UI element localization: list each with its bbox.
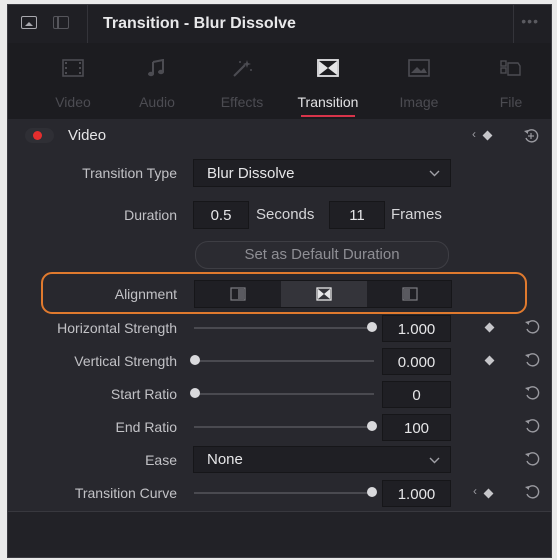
- file-tab-icon: [500, 60, 521, 76]
- previous-keyframe-icon[interactable]: ‹: [473, 484, 477, 498]
- video-tab-icon: [62, 59, 84, 77]
- inspector-tabs: Video Audio Effects Transition Image Fil…: [8, 43, 551, 119]
- empty-footer-area: [8, 512, 551, 557]
- vertical-strength-input[interactable]: 0.000: [382, 348, 451, 375]
- tab-label: Video: [55, 94, 91, 110]
- tab-label: Audio: [139, 94, 175, 110]
- tab-label: Effects: [220, 94, 264, 110]
- keyframe-icon[interactable]: [484, 355, 495, 366]
- reset-icon[interactable]: [524, 352, 540, 368]
- video-section-header: Video ‹: [8, 123, 551, 149]
- divider: [87, 5, 88, 43]
- reset-icon[interactable]: [524, 319, 540, 335]
- transition-type-label: Transition Type: [82, 165, 177, 181]
- tab-label: Transition: [297, 94, 359, 110]
- start-ratio-slider[interactable]: [194, 393, 374, 395]
- end-ratio-input[interactable]: 100: [382, 414, 451, 441]
- effects-tab-icon: [233, 60, 252, 77]
- align-start-icon: [230, 287, 246, 301]
- horizontal-strength-input[interactable]: 1.000: [382, 315, 451, 342]
- more-options-icon[interactable]: •••: [521, 13, 539, 29]
- tab-label: File: [499, 94, 523, 110]
- keyframe-icon[interactable]: [482, 130, 493, 141]
- keyframe-icon[interactable]: [483, 488, 494, 499]
- start-ratio-label: Start Ratio: [110, 386, 177, 402]
- tab-transition[interactable]: Transition: [289, 43, 367, 119]
- inspector-panel: Transition - Blur Dissolve ••• Video Aud…: [7, 4, 552, 558]
- chevron-down-icon: [429, 170, 440, 177]
- duration-label: Duration: [124, 207, 177, 223]
- tab-effects[interactable]: Effects: [203, 43, 281, 119]
- divider: [513, 5, 514, 43]
- tab-video[interactable]: Video: [34, 43, 112, 119]
- alignment-label: Alignment: [114, 286, 177, 302]
- horizontal-strength-slider[interactable]: [194, 327, 374, 329]
- ease-label: Ease: [145, 452, 177, 468]
- transition-type-value: Blur Dissolve: [207, 165, 295, 182]
- transition-curve-label: Transition Curve: [74, 485, 177, 501]
- align-start-option[interactable]: [195, 281, 281, 307]
- previous-keyframe-icon[interactable]: ‹: [472, 127, 476, 141]
- vertical-strength-slider-knob[interactable]: [190, 355, 200, 365]
- reset-icon[interactable]: [524, 451, 540, 467]
- vertical-strength-label: Vertical Strength: [74, 353, 177, 369]
- active-tab-indicator: [301, 115, 355, 117]
- section-title: Video: [68, 127, 107, 144]
- image-view-icon[interactable]: [21, 16, 37, 29]
- start-ratio-slider-knob[interactable]: [190, 388, 200, 398]
- seconds-unit-label: Seconds: [256, 206, 315, 223]
- panel-title: Transition - Blur Dissolve: [103, 15, 296, 32]
- tab-file[interactable]: File: [472, 43, 550, 119]
- section-enable-toggle[interactable]: [25, 128, 54, 143]
- align-center-option[interactable]: [281, 281, 367, 307]
- transition-curve-slider-knob[interactable]: [367, 487, 377, 497]
- reset-icon[interactable]: [524, 385, 540, 401]
- audio-tab-icon: [148, 59, 164, 77]
- start-ratio-input[interactable]: 0: [382, 381, 451, 408]
- transition-curve-slider[interactable]: [194, 492, 374, 494]
- transition-curve-input[interactable]: 1.000: [382, 480, 451, 507]
- frames-unit-label: Frames: [391, 206, 442, 223]
- end-ratio-slider[interactable]: [194, 426, 374, 428]
- reset-section-icon[interactable]: [523, 128, 539, 144]
- reset-icon[interactable]: [524, 418, 540, 434]
- transition-tab-icon: [317, 59, 339, 77]
- tab-audio[interactable]: Audio: [118, 43, 196, 119]
- split-view-icon[interactable]: [53, 16, 69, 29]
- keyframe-icon[interactable]: [484, 322, 495, 333]
- horizontal-strength-slider-knob[interactable]: [367, 322, 377, 332]
- alignment-segmented-control: [194, 280, 452, 308]
- tab-label: Image: [399, 94, 439, 110]
- title-bar: Transition - Blur Dissolve •••: [8, 5, 551, 43]
- align-end-icon: [402, 287, 418, 301]
- end-ratio-slider-knob[interactable]: [367, 421, 377, 431]
- horizontal-strength-label: Horizontal Strength: [57, 320, 177, 336]
- ease-value: None: [207, 451, 243, 468]
- chevron-down-icon: [429, 457, 440, 464]
- duration-frames-input[interactable]: 11: [329, 201, 385, 229]
- ease-dropdown[interactable]: None: [193, 446, 451, 473]
- end-ratio-label: End Ratio: [115, 419, 177, 435]
- vertical-strength-slider[interactable]: [194, 360, 374, 362]
- image-tab-icon: [408, 59, 430, 77]
- align-center-icon: [316, 287, 332, 301]
- tab-image[interactable]: Image: [380, 43, 458, 119]
- set-default-duration-button[interactable]: Set as Default Duration: [195, 241, 449, 269]
- align-end-option[interactable]: [367, 281, 453, 307]
- transition-type-dropdown[interactable]: Blur Dissolve: [193, 159, 451, 187]
- reset-icon[interactable]: [524, 484, 540, 500]
- duration-seconds-input[interactable]: 0.5: [193, 201, 249, 229]
